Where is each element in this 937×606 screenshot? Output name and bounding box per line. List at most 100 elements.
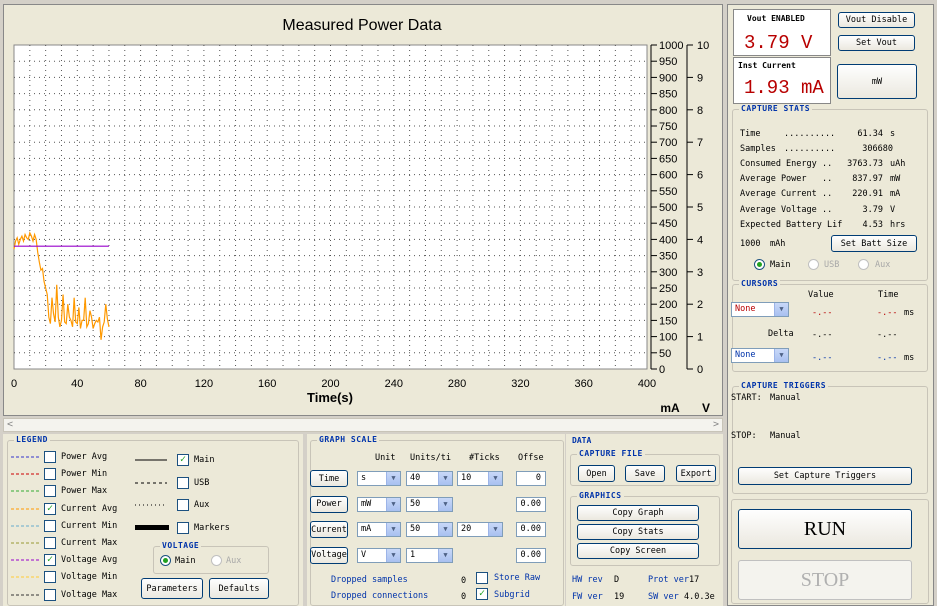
line-style-label: USB: [194, 477, 210, 488]
chevron-down-icon: ▼: [386, 497, 400, 511]
x-tick-label: 0: [11, 378, 17, 390]
y-left-tick-label: 100: [659, 332, 677, 344]
stat-value: 837.97: [852, 174, 883, 185]
dropped-connections-label: Dropped connections: [331, 591, 429, 601]
scale-row-label[interactable]: Time: [310, 470, 348, 487]
chart-horizontal-scrollbar[interactable]: < >: [3, 418, 723, 432]
legend-checkbox[interactable]: ✓: [44, 554, 56, 567]
cursor2-select[interactable]: None ▼: [731, 348, 789, 363]
export-button[interactable]: Export: [676, 465, 716, 482]
cursor-value-header: Value: [808, 290, 834, 300]
ticks-select[interactable]: 10 ▼: [457, 471, 503, 486]
legend-checkbox[interactable]: [44, 485, 56, 498]
legend-checkbox[interactable]: [44, 451, 56, 463]
batt-aux-radio[interactable]: [858, 259, 869, 270]
stat-dots: ..: [822, 204, 833, 215]
stat-label: Average Voltage: [740, 204, 817, 215]
parameters-button[interactable]: Parameters: [141, 578, 203, 599]
legend-checkbox[interactable]: [44, 571, 56, 584]
scale-row-label[interactable]: Power: [310, 495, 348, 513]
line-style-label: Aux: [194, 500, 210, 511]
mw-unit-button[interactable]: mW: [837, 64, 917, 99]
units-per-tick-select[interactable]: 50 ▼: [406, 522, 453, 537]
y-left-unit: mA: [660, 401, 680, 415]
y-left-tick-label: 300: [659, 267, 677, 279]
unit-select[interactable]: s ▼: [357, 471, 401, 486]
stat-unit: V: [890, 204, 896, 215]
prot-ver-label: Prot ver: [648, 575, 689, 585]
units-per-tick-select[interactable]: 1 ▼: [406, 547, 453, 563]
units-per-tick-select[interactable]: 40 ▼: [406, 471, 453, 486]
x-tick-label: 280: [448, 378, 466, 390]
legend-title: LEGEND: [14, 435, 50, 444]
line-style-checkbox[interactable]: [177, 499, 189, 512]
offset-input[interactable]: 0.00: [516, 496, 546, 512]
line-style-checkbox[interactable]: ✓: [177, 454, 189, 466]
cursor1-select[interactable]: None ▼: [731, 302, 789, 317]
line-style-checkbox[interactable]: [177, 476, 189, 489]
unit-select[interactable]: mA ▼: [357, 522, 401, 537]
legend-swatch: [11, 490, 41, 492]
scroll-left-icon[interactable]: <: [7, 419, 13, 430]
inst-current-label: Inst Current: [738, 61, 796, 70]
scroll-right-icon[interactable]: >: [713, 419, 719, 430]
legend-checkbox[interactable]: ✓: [44, 502, 56, 515]
vout-disable-button[interactable]: Vout Disable: [838, 12, 915, 28]
copy-graph-button[interactable]: Copy Graph: [577, 505, 699, 521]
unit-select[interactable]: V ▼: [357, 547, 401, 563]
vout-box: Vout ENABLED 3.79 V: [733, 9, 831, 56]
unit-select-value: s: [361, 473, 367, 483]
chevron-down-icon: ▼: [386, 548, 400, 562]
legend-checkbox[interactable]: [44, 588, 56, 601]
y-left-tick-label: 50: [659, 348, 671, 360]
ticks-select[interactable]: 20 ▼: [457, 522, 503, 537]
voltage-aux-radio[interactable]: [211, 555, 222, 566]
line-style-swatch: [135, 459, 167, 461]
cursor2-select-value: None: [735, 350, 756, 360]
cursor1-select-value: None: [735, 304, 756, 314]
stat-value: 3763.73: [847, 159, 883, 170]
run-button[interactable]: RUN: [738, 509, 912, 549]
line-style-checkbox[interactable]: [177, 522, 189, 535]
stat-label: Expected Battery Lif: [740, 219, 843, 230]
offset-input[interactable]: 0: [516, 471, 546, 486]
set-vout-button[interactable]: Set Vout: [838, 35, 915, 51]
legend-checkbox[interactable]: [44, 537, 56, 549]
y-axis-left-ticks: 0 50 100 150 200 250 300 350 400 450 500 550 600 650 7…: [650, 40, 683, 376]
chevron-down-icon: ▼: [774, 303, 788, 316]
unit-select[interactable]: mW ▼: [357, 496, 401, 512]
save-button[interactable]: Save: [625, 465, 665, 482]
batt-main-radio[interactable]: [754, 259, 765, 270]
stop-button[interactable]: STOP: [738, 560, 912, 600]
copy-stats-button[interactable]: Copy Stats: [577, 524, 699, 540]
y-right-tick-label: 0: [697, 364, 703, 376]
batt-usb-radio[interactable]: [808, 259, 819, 270]
legend-label: Current Max: [61, 538, 118, 548]
subgrid-checkbox[interactable]: ✓: [476, 588, 488, 600]
delta-value: -.--: [812, 330, 833, 340]
copy-screen-button[interactable]: Copy Screen: [577, 543, 699, 559]
chevron-down-icon: ▼: [438, 548, 452, 562]
unit-header: Unit: [375, 453, 396, 463]
scale-row-label[interactable]: Current: [310, 521, 348, 538]
ticks-select-value: 20: [461, 524, 472, 534]
voltage-title: VOLTAGE: [160, 541, 202, 550]
x-tick-label: 320: [511, 378, 529, 390]
open-button[interactable]: Open: [578, 465, 615, 482]
legend-checkbox[interactable]: [44, 468, 56, 481]
unit-select-value: mW: [361, 498, 372, 509]
set-batt-size-button[interactable]: Set Batt Size: [831, 235, 917, 252]
offset-input[interactable]: 0.00: [516, 547, 546, 563]
stat-unit: mW: [890, 174, 901, 185]
store-raw-checkbox[interactable]: [476, 572, 488, 584]
legend-label: Voltage Avg: [61, 555, 118, 566]
units-per-tick-select[interactable]: 50 ▼: [406, 496, 453, 512]
legend-checkbox[interactable]: [44, 519, 56, 532]
stat-unit: s: [890, 129, 896, 139]
set-capture-triggers-button[interactable]: Set Capture Triggers: [738, 467, 912, 485]
chart-panel: Measured Power Data 0 40 80 120 160 200 240 280…: [3, 4, 723, 416]
defaults-button[interactable]: Defaults: [209, 578, 269, 599]
scale-row-label[interactable]: Voltage: [310, 546, 348, 564]
offset-input[interactable]: 0.00: [516, 522, 546, 537]
voltage-main-radio[interactable]: [160, 555, 171, 566]
